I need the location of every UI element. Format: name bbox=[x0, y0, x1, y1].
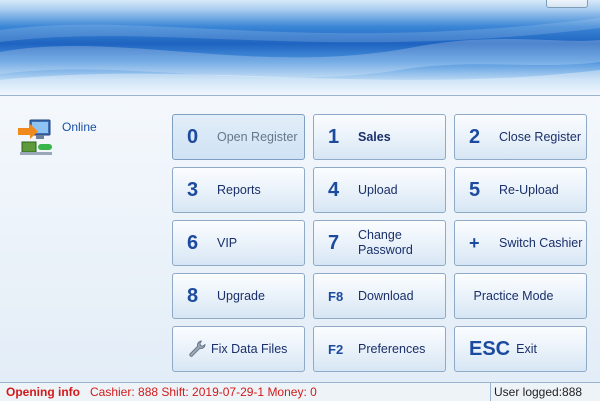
button-label: Open Register bbox=[217, 129, 298, 144]
button-label: Sales bbox=[358, 129, 391, 144]
button-label: Practice Mode bbox=[473, 288, 554, 303]
opening-info-details: Cashier: 888 Shift: 2019-07-29-1 Money: … bbox=[90, 385, 317, 399]
button-label-line: Password bbox=[358, 243, 413, 257]
key-label: 7 bbox=[328, 232, 340, 254]
opening-info: Opening info Cashier: 888 Shift: 2019-07-… bbox=[6, 385, 317, 399]
key-label: 4 bbox=[328, 179, 340, 201]
button-label: Exit bbox=[516, 341, 537, 356]
change-password-button[interactable]: 7 Change Password bbox=[313, 220, 446, 266]
opening-info-title: Opening info bbox=[6, 385, 80, 399]
wrench-icon bbox=[189, 340, 206, 357]
key-label: 1 bbox=[328, 126, 340, 148]
reports-button[interactable]: 3 Reports bbox=[172, 167, 305, 213]
window-control-button[interactable] bbox=[546, 0, 588, 8]
key-label: 3 bbox=[187, 179, 199, 201]
vip-button[interactable]: 6 VIP bbox=[172, 220, 305, 266]
button-label: Change Password bbox=[358, 228, 413, 258]
user-logged-label: User logged:888 bbox=[494, 385, 583, 399]
button-label: Fix Data Files bbox=[211, 341, 288, 356]
plus-icon: + bbox=[469, 233, 480, 253]
download-button[interactable]: F8 Download bbox=[313, 273, 446, 319]
banner-wave-graphic bbox=[0, 18, 600, 95]
key-label: 5 bbox=[469, 179, 481, 201]
key-label: 2 bbox=[469, 126, 481, 148]
header-banner bbox=[0, 0, 600, 95]
online-status-label: Online bbox=[62, 120, 97, 134]
re-upload-button[interactable]: 5 Re-Upload bbox=[454, 167, 587, 213]
button-label: Switch Cashier bbox=[499, 235, 583, 250]
button-label: Reports bbox=[217, 182, 261, 197]
key-label: 8 bbox=[187, 285, 199, 307]
button-label: Upload bbox=[358, 182, 398, 197]
button-label: Upgrade bbox=[217, 288, 265, 303]
button-label: VIP bbox=[217, 235, 238, 250]
exit-button[interactable]: ESC Exit bbox=[454, 326, 587, 372]
function-button-grid: 0 Open Register 1 Sales 2 Close Register… bbox=[172, 114, 587, 372]
key-label: F2 bbox=[328, 341, 344, 357]
fix-data-files-button[interactable]: Fix Data Files bbox=[172, 326, 305, 372]
practice-mode-button[interactable]: Practice Mode bbox=[454, 273, 587, 319]
key-label: ESC bbox=[469, 338, 511, 360]
close-register-button[interactable]: 2 Close Register bbox=[454, 114, 587, 160]
button-label: Re-Upload bbox=[499, 182, 559, 197]
key-label: 6 bbox=[187, 232, 199, 254]
button-label: Preferences bbox=[358, 341, 426, 356]
network-computer-icon bbox=[18, 119, 52, 155]
key-label: F8 bbox=[328, 288, 344, 304]
status-bar: Opening info Cashier: 888 Shift: 2019-07-… bbox=[0, 382, 600, 401]
preferences-button[interactable]: F2 Preferences bbox=[313, 326, 446, 372]
upload-button[interactable]: 4 Upload bbox=[313, 167, 446, 213]
open-register-button[interactable]: 0 Open Register bbox=[172, 114, 305, 160]
upgrade-button[interactable]: 8 Upgrade bbox=[172, 273, 305, 319]
sales-button[interactable]: 1 Sales bbox=[313, 114, 446, 160]
switch-cashier-button[interactable]: + Switch Cashier bbox=[454, 220, 587, 266]
status-bar-separator bbox=[490, 383, 491, 401]
key-label: 0 bbox=[187, 126, 199, 148]
button-label: Download bbox=[358, 288, 414, 303]
connection-status: Online bbox=[16, 118, 97, 158]
button-label-line: Change bbox=[358, 228, 402, 242]
button-label: Close Register bbox=[499, 129, 581, 144]
